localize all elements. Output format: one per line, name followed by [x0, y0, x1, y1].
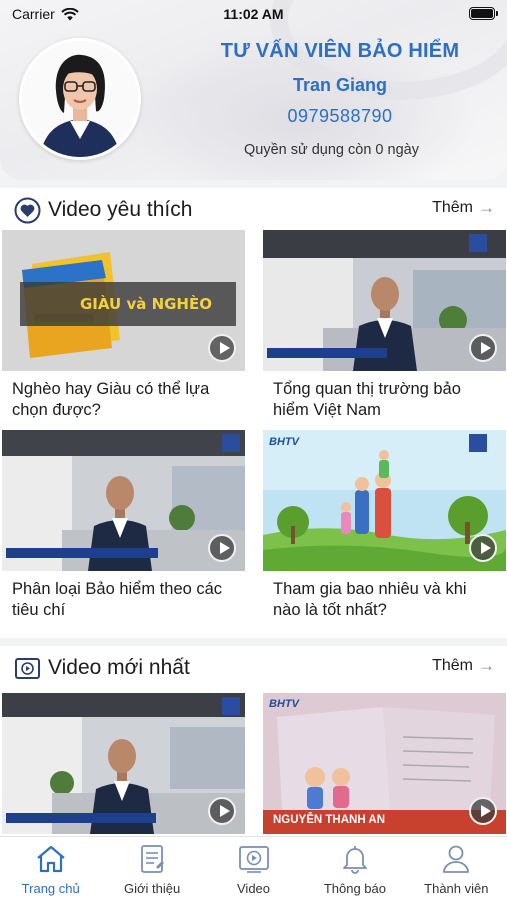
battery-icon [469, 7, 498, 20]
channel-logo: BHTV [269, 698, 299, 710]
play-icon[interactable] [469, 534, 497, 562]
favorite-videos-section: Video yêu thích Thêm → GIÀU và NGHÈO Ngh… [0, 188, 507, 638]
thumbnail-caption: NGUYỄN THANH AN [273, 814, 386, 826]
video-card[interactable]: Tổng quan thị trường bảo hiểm Việt Nam [263, 230, 506, 421]
video-card[interactable]: BHTV Tham gia bao nhiêu và khi nào là tố… [263, 430, 506, 621]
tab-label: Thành viên [424, 881, 489, 896]
user-icon [443, 845, 470, 873]
tab-label: Thông báo [323, 881, 386, 896]
video-thumbnail: BHTV [263, 430, 506, 571]
video-card[interactable]: Phân loại Bảo hiểm theo các tiêu chí [2, 430, 245, 621]
tab-members[interactable]: Thành viên [406, 837, 507, 900]
arrow-right-icon: → [478, 198, 495, 217]
thumbnail-overlay-text: GIÀU và NGHÈO [80, 295, 212, 313]
profile-info: TƯ VẤN VIÊN BẢO HIỂM Tran Giang 09795887… [150, 40, 507, 127]
video-card[interactable]: GIÀU và NGHÈO Nghèo hay Giàu có thể lựa … [2, 230, 245, 421]
document-icon [141, 845, 165, 873]
more-label: Thêm [432, 657, 473, 674]
video-icon [15, 658, 40, 679]
video-title: Phân loại Bảo hiểm theo các tiêu chí [12, 580, 223, 619]
video-card[interactable]: BHTV NGUYỄN THANH AN [263, 693, 506, 834]
tab-video[interactable]: Video [203, 837, 304, 900]
arrow-right-icon: → [478, 656, 495, 675]
avatar[interactable] [19, 38, 141, 160]
video-thumbnail [263, 230, 506, 371]
more-label: Thêm [432, 199, 473, 216]
bottom-tab-bar: Trang chủ Giới thiệu Video Thông báo Thà… [0, 836, 507, 900]
video-thumbnail: GIÀU và NGHÈO [2, 230, 245, 371]
play-icon[interactable] [208, 797, 236, 825]
play-icon[interactable] [469, 334, 497, 362]
video-thumbnail [2, 693, 245, 834]
more-latest-link[interactable]: Thêm → [432, 656, 495, 676]
home-icon [36, 845, 65, 873]
video-icon [238, 846, 269, 873]
section-title: Video yêu thích [48, 198, 193, 221]
video-thumbnail [2, 430, 245, 571]
bell-icon [343, 846, 367, 874]
tab-home[interactable]: Trang chủ [0, 837, 101, 900]
video-title: Tham gia bao nhiêu và khi nào là tốt nhấ… [273, 580, 467, 619]
heart-icon [14, 197, 41, 224]
tab-label: Video [237, 881, 271, 896]
video-card[interactable] [2, 693, 245, 834]
video-title: Nghèo hay Giàu có thể lựa chọn được? [12, 380, 210, 419]
tab-label: Giới thiệu [124, 881, 181, 896]
tab-notifications[interactable]: Thông báo [304, 837, 405, 900]
more-favorites-link[interactable]: Thêm → [432, 198, 495, 218]
channel-logo: BHTV [269, 436, 299, 448]
avatar-portrait [22, 41, 138, 157]
profile-phone[interactable]: 0979588790 [150, 106, 507, 127]
clock: 11:02 AM [223, 6, 284, 22]
profile-name: Tran Giang [292, 75, 388, 95]
tab-about[interactable]: Giới thiệu [101, 837, 202, 900]
play-icon[interactable] [469, 797, 497, 825]
status-bar: Carrier 11:02 AM [0, 0, 507, 28]
play-icon[interactable] [208, 534, 236, 562]
tab-label: Trang chủ [21, 881, 80, 896]
play-icon[interactable] [208, 334, 236, 362]
section-header: Video mới nhất Thêm → [0, 646, 507, 688]
usage-quota: Quyền sử dụng còn 0 ngày [244, 142, 419, 158]
profile-title: TƯ VẤN VIÊN BẢO HIỂM [220, 40, 460, 62]
video-title: Tổng quan thị trường bảo hiểm Việt Nam [273, 380, 461, 419]
video-thumbnail: BHTV NGUYỄN THANH AN [263, 693, 506, 834]
section-title: Video mới nhất [48, 656, 190, 679]
section-header: Video yêu thích Thêm → [0, 188, 507, 230]
